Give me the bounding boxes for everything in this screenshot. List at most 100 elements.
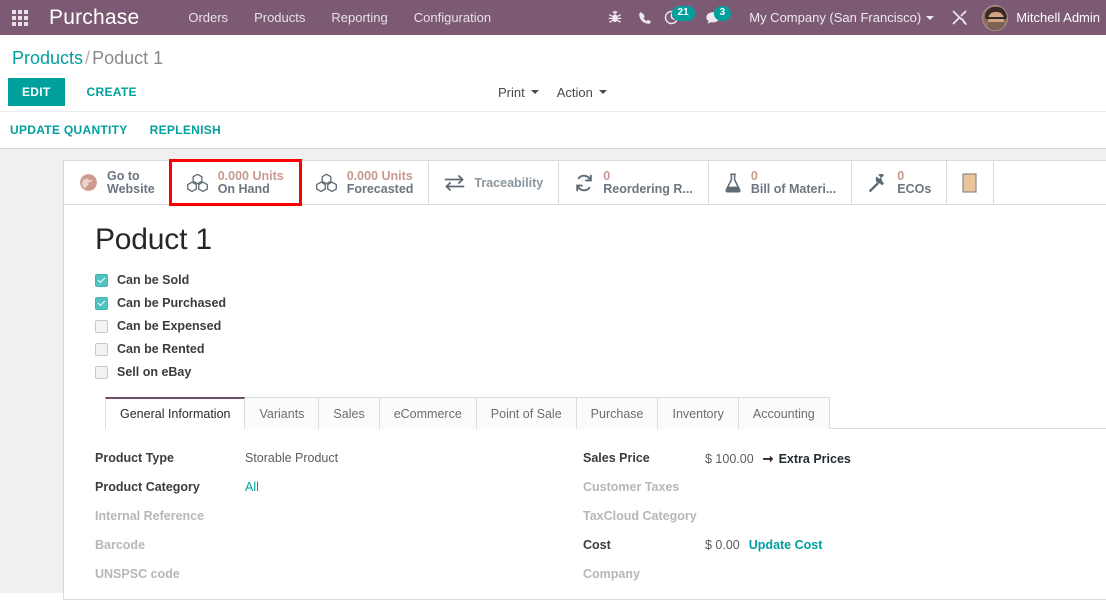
breadcrumb-root-products[interactable]: Products xyxy=(12,48,83,68)
checkbox-label: Can be Sold xyxy=(117,273,190,287)
navbar-right-cluster: 21 3 My Company (San Francisco) Mitchell… xyxy=(600,0,1106,35)
activities-menu[interactable]: 21 xyxy=(660,0,701,35)
field-value[interactable]: Storable Product xyxy=(245,451,338,465)
print-label: Print xyxy=(498,84,525,100)
product-category-link[interactable]: All xyxy=(245,480,259,494)
app-brand-title[interactable]: Purchase xyxy=(49,6,139,30)
checkbox-input[interactable] xyxy=(95,296,108,310)
smart-button-reordering-rules[interactable]: 0 Reordering R... xyxy=(559,161,709,204)
tab-ecommerce[interactable]: eCommerce xyxy=(378,397,477,429)
tab-inventory[interactable]: Inventory xyxy=(657,397,739,429)
create-button[interactable]: CREATE xyxy=(75,78,149,106)
top-navbar: Purchase Orders Products Reporting Confi… xyxy=(0,0,1106,35)
field-taxcloud-category: TaxCloud Category xyxy=(583,509,1104,526)
smart-button-traceability[interactable]: Traceability xyxy=(429,161,560,204)
user-name: Mitchell Admin xyxy=(1016,10,1100,25)
smart-button-text: 0.000 Units Forecasted xyxy=(347,169,414,196)
smart-button-on-hand[interactable]: 0.000 Units On Hand xyxy=(168,159,302,206)
control-panel-buttons: EDIT CREATE Print Action xyxy=(0,73,1106,111)
action-dropdown[interactable]: Action xyxy=(557,85,607,100)
messages-menu[interactable]: 3 xyxy=(701,0,738,35)
checkbox-sell-on-ebay[interactable]: Sell on eBay xyxy=(95,365,1106,379)
field-product-category: Product Category All xyxy=(95,480,585,497)
globe-icon xyxy=(79,173,98,192)
smart-button-overflow-partial[interactable] xyxy=(947,161,995,204)
product-sheet-body: Poduct 1 Can be Sold Can be Purchased Ca… xyxy=(64,205,1106,429)
smart-button-text: 0 Bill of Materi... xyxy=(750,168,837,196)
menu-item-reporting[interactable]: Reporting xyxy=(318,1,400,34)
ecos-label: ECOs xyxy=(897,181,932,196)
go-to-website-line1: Go to xyxy=(107,168,140,183)
boxes-icon xyxy=(315,173,338,193)
smart-button-bill-of-materials[interactable]: 0 Bill of Materi... xyxy=(709,161,853,204)
tab-variants[interactable]: Variants xyxy=(244,397,320,429)
field-label: Company xyxy=(583,567,640,581)
flask-icon xyxy=(724,173,742,193)
reordering-rules-value: 0 xyxy=(603,168,611,183)
avatar xyxy=(982,4,1009,31)
checkbox-can-be-sold[interactable]: Can be Sold xyxy=(95,273,1106,287)
field-barcode: Barcode xyxy=(95,538,585,555)
smart-button-text: 0 Reordering R... xyxy=(603,168,693,196)
checkbox-input[interactable] xyxy=(95,342,108,356)
chevron-down-icon xyxy=(598,90,607,94)
wrench-screwdriver-icon[interactable] xyxy=(944,0,974,35)
bill-of-materials-label: Bill of Materi... xyxy=(750,181,837,196)
checkbox-can-be-purchased[interactable]: Can be Purchased xyxy=(95,296,1106,310)
field-label: Sales Price xyxy=(583,451,650,465)
document-icon xyxy=(962,172,978,193)
checkbox-label: Can be Expensed xyxy=(117,319,222,333)
checkbox-input[interactable] xyxy=(95,365,108,379)
checkbox-label: Sell on eBay xyxy=(117,365,192,379)
smart-button-ecos[interactable]: 0 ECOs xyxy=(852,161,948,204)
extra-prices-link[interactable]: ➞ Extra Prices xyxy=(763,451,851,467)
apps-grid-icon[interactable] xyxy=(0,0,40,35)
field-customer-taxes: Customer Taxes xyxy=(583,480,1104,497)
checkbox-can-be-expensed[interactable]: Can be Expensed xyxy=(95,319,1106,333)
checkbox-input[interactable] xyxy=(95,273,108,287)
tab-accounting[interactable]: Accounting xyxy=(737,397,830,429)
menu-item-products[interactable]: Products xyxy=(241,1,318,34)
field-cost: Cost $ 0.00 Update Cost xyxy=(583,538,1104,555)
form-column-left: Product Type Storable Product Product Ca… xyxy=(64,451,585,596)
smart-button-go-to-website[interactable]: Go to Website xyxy=(64,161,171,204)
user-menu[interactable]: Mitchell Admin xyxy=(974,0,1106,35)
chevron-down-icon xyxy=(530,90,539,94)
edit-button[interactable]: EDIT xyxy=(8,78,65,106)
chevron-down-icon xyxy=(926,15,935,20)
smart-button-forecasted[interactable]: 0.000 Units Forecasted xyxy=(300,161,430,204)
field-value: $ 0.00 Update Cost xyxy=(705,538,822,552)
ecos-value: 0 xyxy=(897,168,905,183)
bug-icon[interactable] xyxy=(600,0,630,35)
field-label: TaxCloud Category xyxy=(583,509,697,523)
go-to-website-line2: Website xyxy=(107,181,155,196)
tab-sales[interactable]: Sales xyxy=(318,397,380,429)
checkbox-label: Can be Rented xyxy=(117,342,205,356)
smart-button-text: 0.000 Units On Hand xyxy=(218,169,284,196)
menu-item-configuration[interactable]: Configuration xyxy=(401,1,504,34)
company-switcher[interactable]: My Company (San Francisco) xyxy=(737,10,944,25)
checkbox-input[interactable] xyxy=(95,319,108,333)
bill-of-materials-value: 0 xyxy=(750,168,758,183)
field-label: Product Type xyxy=(95,451,174,465)
menu-item-orders[interactable]: Orders xyxy=(175,1,241,34)
tab-point-of-sale[interactable]: Point of Sale xyxy=(475,397,577,429)
field-value[interactable]: All xyxy=(245,480,259,494)
update-cost-link[interactable]: Update Cost xyxy=(749,538,823,552)
page-title: Poduct 1 xyxy=(95,223,212,256)
field-value: $ 100.00 ➞ Extra Prices xyxy=(705,451,851,467)
replenish-button[interactable]: REPLENISH xyxy=(150,123,221,137)
field-product-type: Product Type Storable Product xyxy=(95,451,585,468)
print-dropdown[interactable]: Print xyxy=(498,85,539,100)
update-quantity-button[interactable]: UPDATE QUANTITY xyxy=(10,123,128,137)
tab-purchase[interactable]: Purchase xyxy=(575,397,659,429)
field-label: Internal Reference xyxy=(95,509,205,523)
wrench-icon xyxy=(867,173,888,193)
cost-value[interactable]: $ 0.00 xyxy=(705,538,740,552)
checkbox-can-be-rented[interactable]: Can be Rented xyxy=(95,342,1106,356)
tab-general-information[interactable]: General Information xyxy=(105,397,246,429)
sales-price-value[interactable]: $ 100.00 xyxy=(705,452,754,466)
phone-icon[interactable] xyxy=(630,0,660,35)
content-area: Go to Website 0.000 Units On Hand 0.000 … xyxy=(0,149,1106,600)
breadcrumb-separator: / xyxy=(85,48,91,68)
